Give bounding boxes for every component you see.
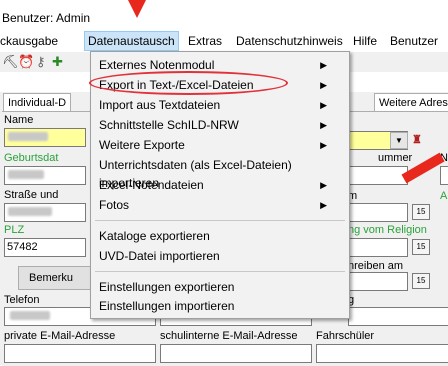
telefon-label: Telefon xyxy=(4,294,40,306)
menu-item-unterrichtsdaten-import[interactable]: Unterrichtsdaten (als Excel-Dateien) imp… xyxy=(91,156,349,190)
menu-separator xyxy=(95,271,345,272)
religion-field[interactable] xyxy=(348,238,408,257)
key-icon[interactable]: ⚷ xyxy=(36,55,46,69)
menu-item-label: Excel-Notendateien xyxy=(99,178,204,192)
strasse-label: Straße und xyxy=(4,189,59,201)
private-email-label: private E-Mail-Adresse xyxy=(4,330,116,342)
redacted-value xyxy=(8,170,44,179)
menu-druckausgabe[interactable]: ckausgabe xyxy=(0,33,58,49)
alarm-icon[interactable]: ⏰ xyxy=(18,55,34,69)
annotation-arrow-down xyxy=(128,0,146,18)
person-icon[interactable]: ⛏ xyxy=(2,55,19,69)
nummer-field[interactable] xyxy=(348,166,408,185)
submenu-arrow-icon: ▶ xyxy=(320,120,327,130)
menu-item-label: Schnittstelle SchILD-NRW xyxy=(99,118,239,132)
plz-field[interactable]: 57482 xyxy=(4,238,86,257)
menu-item-import-textdateien[interactable]: Import aus Textdateien ▶ xyxy=(91,96,349,114)
menu-extras[interactable]: Extras xyxy=(188,33,222,49)
menu-item-schnittstelle-schild[interactable]: Schnittstelle SchILD-NRW ▶ xyxy=(91,116,349,134)
calendar-icon[interactable]: 15 xyxy=(412,204,430,220)
schulinterne-email-label: schulinterne E-Mail-Adresse xyxy=(160,330,298,342)
datum-field[interactable] xyxy=(348,203,408,222)
menu-item-einstellungen-importieren[interactable]: Einstellungen importieren xyxy=(91,297,349,315)
menu-item-label: Weitere Exporte xyxy=(99,138,185,152)
calendar-icon[interactable]: 15 xyxy=(412,273,430,289)
menu-item-label: UVD-Datei importieren xyxy=(99,249,220,263)
tab-individual-daten[interactable]: Individual-D xyxy=(3,93,72,112)
redacted-value xyxy=(10,311,50,320)
name-label: Name xyxy=(4,114,34,126)
a-label: A xyxy=(440,190,448,202)
submenu-arrow-icon: ▶ xyxy=(320,100,327,110)
redacted-value xyxy=(8,207,52,216)
menu-item-label: Einstellungen importieren xyxy=(99,299,235,313)
menu-item-kataloge-exportieren[interactable]: Kataloge exportieren xyxy=(91,227,349,245)
menu-bar: ckausgabe Datenaustausch Extras Datensch… xyxy=(0,30,448,53)
chevron-down-icon[interactable]: ▼ xyxy=(390,132,408,149)
menu-item-excel-notendateien[interactable]: Excel-Notendateien ▶ xyxy=(91,176,349,194)
religion-label: ng vom Religion xyxy=(348,224,427,236)
menu-datenschutzhinweis[interactable]: Datenschutzhinweis xyxy=(236,33,343,49)
submenu-arrow-icon: ▶ xyxy=(320,200,327,210)
nummer-label: ummer xyxy=(378,152,413,164)
g-field[interactable] xyxy=(348,307,448,326)
menu-datenaustausch[interactable]: Datenaustausch xyxy=(84,31,179,51)
highlight-ellipse xyxy=(89,71,288,95)
schreiben-field[interactable] xyxy=(348,272,408,291)
menu-hilfe[interactable]: Hilfe xyxy=(353,33,377,49)
geburtsdatum-label: Geburtsdat xyxy=(4,152,59,164)
menu-item-uvd-import[interactable]: UVD-Datei importieren xyxy=(91,247,349,265)
bemerkungen-button[interactable]: Bemerku xyxy=(18,266,94,290)
plz-label: PLZ xyxy=(4,224,25,236)
plz-value: 57482 xyxy=(7,241,38,253)
submenu-arrow-icon: ▶ xyxy=(320,140,327,150)
private-email-field[interactable] xyxy=(4,344,156,363)
schreiben-label: nreiben am xyxy=(348,260,404,272)
menu-item-weitere-exporte[interactable]: Weitere Exporte ▶ xyxy=(91,136,349,154)
calendar-icon[interactable]: 15 xyxy=(412,239,430,255)
menu-item-fotos[interactable]: Fotos ▶ xyxy=(91,196,349,214)
fahrschueler-field[interactable] xyxy=(316,344,448,363)
fahrschueler-label: Fahrschüler xyxy=(316,330,375,342)
tool-icon[interactable]: ✚ xyxy=(52,55,63,69)
menu-item-label: Kataloge exportieren xyxy=(99,229,210,243)
schulinterne-email-field[interactable] xyxy=(160,344,312,363)
menu-item-label: Externes Notenmodul xyxy=(99,58,215,72)
menu-separator xyxy=(95,220,345,221)
submenu-arrow-icon: ▶ xyxy=(320,180,327,190)
redacted-value xyxy=(8,132,48,141)
person-icon: ♜ xyxy=(412,134,422,146)
window-title: Benutzer: Admin xyxy=(2,11,91,25)
submenu-arrow-icon: ▶ xyxy=(320,80,327,90)
menu-item-label: Import aus Textdateien xyxy=(99,98,221,112)
right-edge-field[interactable] xyxy=(440,166,448,185)
menu-item-label: Einstellungen exportieren xyxy=(99,280,235,294)
menu-item-label: Fotos xyxy=(99,198,130,212)
menu-benutzer[interactable]: Benutzer xyxy=(390,33,438,49)
tab-weitere-adressen[interactable]: Weitere Adres xyxy=(374,93,448,112)
submenu-arrow-icon: ▶ xyxy=(320,60,327,70)
menu-item-einstellungen-exportieren[interactable]: Einstellungen exportieren xyxy=(91,278,349,296)
